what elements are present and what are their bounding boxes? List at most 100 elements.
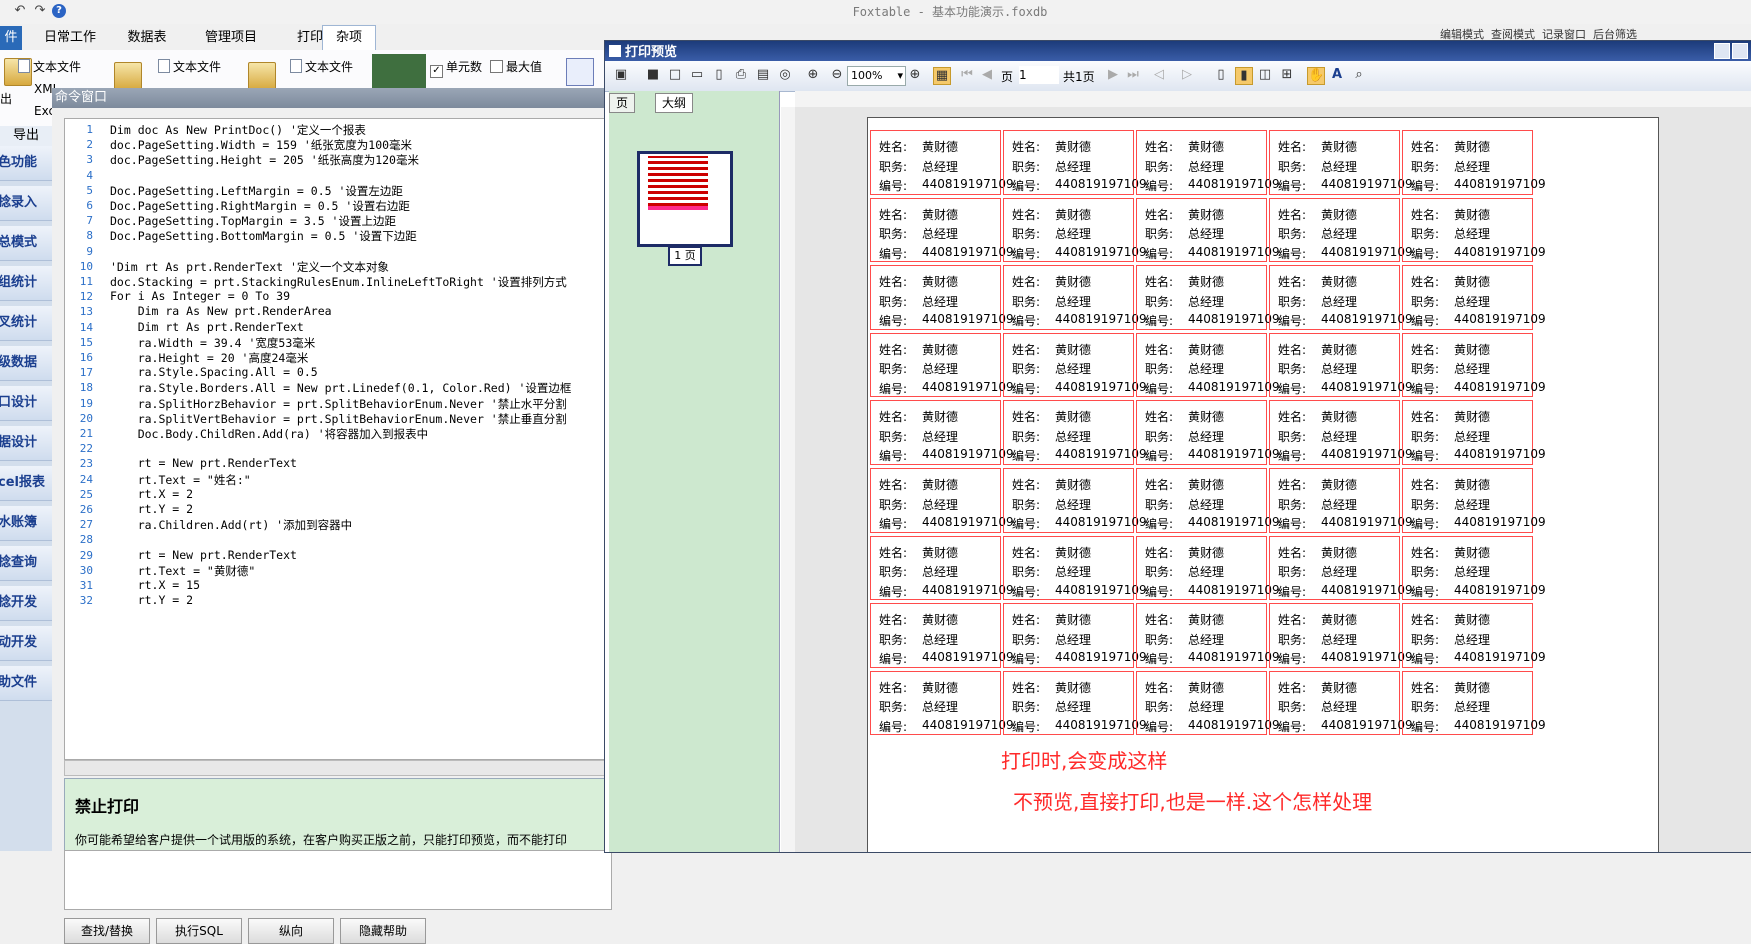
card-field-label: 姓名: (1145, 275, 1174, 290)
card-field-value: 440819197109 (922, 379, 1014, 394)
label-card: 姓名: 黄财德 职务: 总经理 编号: 440819197109 (1269, 265, 1413, 330)
horizontal-ruler (795, 91, 1751, 108)
card-field-value: 440819197109 (1055, 650, 1147, 665)
forward-icon[interactable]: ▷ (1179, 67, 1195, 83)
save-icon[interactable]: ■ (645, 67, 661, 83)
text-file-button-3[interactable]: 文本文件 (290, 58, 353, 75)
page-thumbnail[interactable] (637, 151, 733, 247)
card-field-value: 总经理 (1055, 700, 1092, 715)
page-icon[interactable]: ▯ (711, 67, 727, 83)
first-page-icon[interactable]: ⏮ (959, 67, 975, 83)
max-value-checkbox[interactable]: 最大值 (490, 58, 542, 75)
card-field-label: 姓名: (879, 207, 908, 222)
tab-misc[interactable]: 杂项 (322, 25, 376, 50)
card-field-label: 编号: (1145, 179, 1174, 193)
tab-daily-work[interactable]: 日常工作 (30, 26, 110, 50)
zoom-icon[interactable]: ⊕ (907, 67, 923, 83)
print-icon[interactable]: ⎙ (733, 67, 749, 83)
nav-item[interactable]: 口设计 (0, 386, 52, 421)
find-icon[interactable]: ⌕ (1351, 67, 1367, 83)
nav-item[interactable]: 捻录入 (0, 186, 52, 221)
card-field-label: 编号: (1145, 584, 1174, 599)
card-field-value: 黄财德 (1454, 207, 1491, 222)
help-icon[interactable]: ? (52, 4, 66, 18)
nav-item[interactable]: 据设计 (0, 426, 52, 461)
card-field-value: 总经理 (1188, 565, 1225, 580)
tab-data-table[interactable]: 数据表 (112, 26, 182, 50)
two-page-icon[interactable]: ◫ (1257, 67, 1273, 83)
cell-count-checkbox[interactable]: ✓ 单元数 (430, 58, 482, 78)
card-field-value: 440819197109 (1055, 447, 1147, 462)
zoom-select[interactable]: 100% ▾ (847, 66, 906, 86)
card-field-label: 职务: (1411, 497, 1440, 512)
card-field-label: 编号: (1012, 314, 1041, 329)
last-page-icon[interactable]: ⏭ (1125, 67, 1141, 83)
card-field-value: 黄财德 (1055, 140, 1092, 154)
print-layout-icon[interactable]: ▭ (689, 67, 705, 83)
stop-icon[interactable]: ◎ (777, 67, 793, 83)
zoom-out-icon[interactable]: ⊖ (829, 67, 845, 83)
code-line: Dim ra As New prt.RenderArea (110, 304, 332, 319)
label-card: 姓名: 黄财德 职务: 总经理 编号: 440819197109 (1003, 535, 1147, 601)
open-icon[interactable]: ▣ (613, 67, 629, 83)
hand-tool-icon[interactable]: ✋ (1307, 67, 1325, 85)
horizontal-scrollbar[interactable] (64, 760, 612, 776)
hide-help-button[interactable]: 隐藏帮助 (340, 918, 426, 944)
card-field-label: 编号: (879, 381, 908, 396)
text-file-button-1[interactable]: 文本文件 (18, 58, 81, 75)
card-field-label: 职务: (1278, 700, 1307, 715)
text-select-icon[interactable]: A (1329, 67, 1345, 83)
command-input[interactable] (64, 850, 612, 910)
card-field-label: 编号: (1278, 652, 1307, 667)
portrait-button[interactable]: 纵向 (248, 918, 334, 944)
code-editor[interactable]: 1 2 3 4 5 6 7 8 9 10 11 12 13 14 15 16 17 18 19 20 21 22 23 24 2… (64, 118, 612, 760)
back-icon[interactable]: ◁ (1151, 67, 1167, 83)
nav-item[interactable]: 总模式 (0, 226, 52, 261)
card-field-value: 440819197109 (1454, 582, 1546, 597)
line-number: 5 (86, 183, 93, 197)
prev-page-icon[interactable]: ◀ (979, 67, 995, 83)
tab-file[interactable]: 件 (0, 26, 22, 50)
nav-item[interactable]: 组统计 (0, 266, 52, 301)
nav-item[interactable]: 捻查询 (0, 546, 52, 581)
import-icon[interactable] (248, 62, 276, 90)
maximize-icon[interactable] (1732, 43, 1748, 59)
tab-pages[interactable]: 页 (609, 93, 636, 113)
line-number: 18 (79, 381, 93, 395)
find-replace-button[interactable]: 查找/替换 (64, 918, 150, 944)
nav-item[interactable]: 级数据 (0, 346, 52, 381)
export-icon[interactable]: ▤ (755, 67, 771, 83)
label-card: 姓名: 黄财德 职务: 总经理 编号: 440819197109 (1269, 332, 1413, 398)
continuous-icon[interactable]: ▮ (1235, 67, 1253, 85)
undo-icon[interactable]: ↶ (12, 3, 28, 19)
code-line: rt.Text = "黄财德" (110, 563, 256, 578)
card-field-label: 姓名: (1012, 140, 1041, 154)
tab-outline[interactable]: 大纲 (655, 93, 694, 113)
nav-item[interactable]: cel报表 (0, 466, 52, 501)
card-field-value: 总经理 (1321, 700, 1358, 715)
import-icon[interactable] (114, 62, 142, 90)
page-setup-icon[interactable]: □ (667, 67, 683, 83)
single-page-icon[interactable]: ▯ (1213, 67, 1229, 83)
minimize-icon[interactable] (1714, 43, 1730, 59)
multi-page-icon[interactable]: ⊞ (1279, 67, 1295, 83)
nav-item[interactable]: 动开发 (0, 626, 52, 661)
nav-item[interactable]: 色功能 (0, 146, 52, 181)
card-field-label: 职务: (1012, 294, 1041, 309)
nav-item[interactable]: 助文件 (0, 666, 52, 701)
help-title: 禁止打印 (75, 797, 140, 816)
table-icon[interactable] (566, 58, 594, 86)
text-file-button-2[interactable]: 文本文件 (158, 58, 221, 75)
page-number-input[interactable]: 1 (1019, 66, 1059, 84)
nav-item[interactable]: 叉统计 (0, 306, 52, 341)
next-page-icon[interactable]: ▶ (1105, 67, 1121, 83)
redo-icon[interactable]: ↷ (32, 3, 48, 19)
thumbnail-view-icon[interactable]: ▦ (933, 67, 951, 85)
label-card: 姓名: 黄财德 职务: 总经理 编号: 440819197109 (1269, 670, 1413, 736)
nav-item[interactable]: 捻开发 (0, 586, 52, 621)
execute-sql-button[interactable]: 执行SQL (156, 918, 242, 944)
zoom-in-icon[interactable]: ⊕ (805, 67, 821, 83)
card-field-value: 440819197109 (922, 515, 1014, 529)
tab-manage-project[interactable]: 管理项目 (186, 26, 276, 50)
nav-item[interactable]: 水账簿 (0, 506, 52, 541)
